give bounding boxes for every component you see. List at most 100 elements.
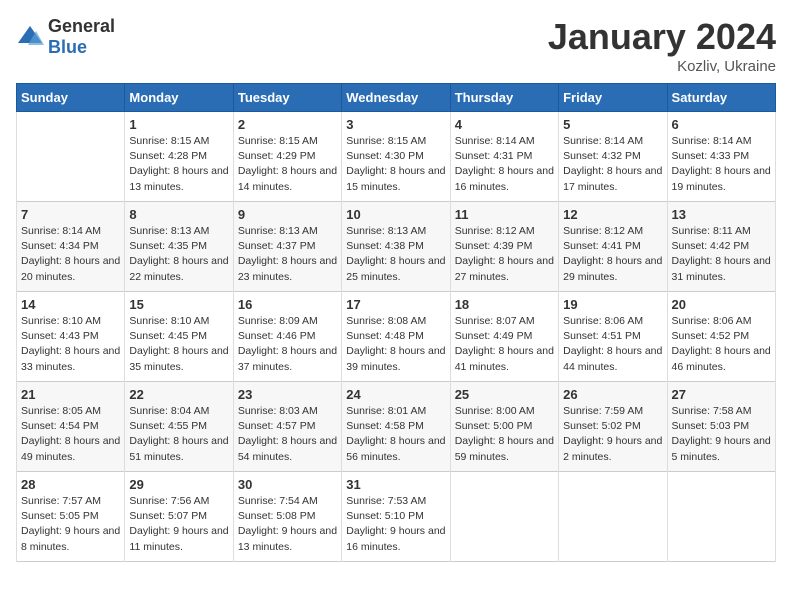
cell-info: Sunrise: 7:58 AMSunset: 5:03 PMDaylight:… (672, 404, 771, 465)
day-number: 19 (563, 297, 662, 312)
calendar-cell: 9Sunrise: 8:13 AMSunset: 4:37 PMDaylight… (233, 202, 341, 292)
calendar-cell: 24 Sunrise: 8:01 AMSunset: 4:58 PMDayligh… (342, 382, 450, 472)
day-number: 31 (346, 477, 445, 492)
calendar-cell: 13Sunrise: 8:11 AMSunset: 4:42 PMDayligh… (667, 202, 775, 292)
cell-info: Sunrise: 8:15 AMSunset: 4:30 PMDaylight:… (346, 134, 445, 195)
weekday-header-row: SundayMondayTuesdayWednesdayThursdayFrid… (17, 84, 776, 112)
calendar-cell: 26 Sunrise: 7:59 AMSunset: 5:02 PMDayligh… (559, 382, 667, 472)
weekday-header-wednesday: Wednesday (342, 84, 450, 112)
page-header: General Blue January 2024 Kozliv, Ukrain… (16, 16, 776, 75)
cell-info: Sunrise: 8:07 AMSunset: 4:49 PMDaylight:… (455, 314, 554, 375)
cell-info: Sunrise: 7:56 AMSunset: 5:07 PMDaylight:… (129, 494, 228, 555)
cell-info: Sunrise: 8:09 AMSunset: 4:46 PMDaylight:… (238, 314, 337, 375)
weekday-header-friday: Friday (559, 84, 667, 112)
day-number: 1 (129, 117, 228, 132)
day-number: 26 (563, 387, 662, 402)
day-number: 16 (238, 297, 337, 312)
cell-info: Sunrise: 8:10 AMSunset: 4:43 PMDaylight:… (21, 314, 120, 375)
cell-info: Sunrise: 8:13 AMSunset: 4:38 PMDaylight:… (346, 224, 445, 285)
day-number: 23 (238, 387, 337, 402)
weekday-header-thursday: Thursday (450, 84, 558, 112)
day-number: 29 (129, 477, 228, 492)
cell-info: Sunrise: 8:10 AMSunset: 4:45 PMDaylight:… (129, 314, 228, 375)
cell-info: Sunrise: 7:57 AMSunset: 5:05 PMDaylight:… (21, 494, 120, 555)
title-block: January 2024 Kozliv, Ukraine (548, 16, 776, 75)
day-number: 2 (238, 117, 337, 132)
calendar-cell (17, 112, 125, 202)
logo-text: General Blue (48, 16, 115, 58)
calendar-cell: 6Sunrise: 8:14 AMSunset: 4:33 PMDaylight… (667, 112, 775, 202)
logo-icon (16, 23, 44, 51)
cell-info: Sunrise: 8:15 AMSunset: 4:29 PMDaylight:… (238, 134, 337, 195)
day-number: 6 (672, 117, 771, 132)
calendar-table: SundayMondayTuesdayWednesdayThursdayFrid… (16, 83, 776, 562)
calendar-cell: 19 Sunrise: 8:06 AMSunset: 4:51 PMDayligh… (559, 292, 667, 382)
cell-info: Sunrise: 8:00 AMSunset: 5:00 PMDaylight:… (455, 404, 554, 465)
calendar-cell: 4 Sunrise: 8:14 AMSunset: 4:31 PMDaylight… (450, 112, 558, 202)
calendar-cell: 29 Sunrise: 7:56 AMSunset: 5:07 PMDayligh… (125, 472, 233, 562)
day-number: 14 (21, 297, 120, 312)
day-number: 8 (129, 207, 228, 222)
calendar-cell: 8Sunrise: 8:13 AMSunset: 4:35 PMDaylight… (125, 202, 233, 292)
cell-info: Sunrise: 8:01 AMSunset: 4:58 PMDaylight:… (346, 404, 445, 465)
cell-info: Sunrise: 8:12 AMSunset: 4:39 PMDaylight:… (455, 224, 554, 285)
calendar-cell: 5 Sunrise: 8:14 AMSunset: 4:32 PMDaylight… (559, 112, 667, 202)
calendar-week-5: 28 Sunrise: 7:57 AMSunset: 5:05 PMDayligh… (17, 472, 776, 562)
calendar-cell: 12Sunrise: 8:12 AMSunset: 4:41 PMDayligh… (559, 202, 667, 292)
calendar-cell (559, 472, 667, 562)
day-number: 27 (672, 387, 771, 402)
calendar-cell: 20 Sunrise: 8:06 AMSunset: 4:52 PMDayligh… (667, 292, 775, 382)
calendar-cell: 16 Sunrise: 8:09 AMSunset: 4:46 PMDayligh… (233, 292, 341, 382)
calendar-week-3: 14 Sunrise: 8:10 AMSunset: 4:43 PMDayligh… (17, 292, 776, 382)
weekday-header-saturday: Saturday (667, 84, 775, 112)
calendar-cell: 10 Sunrise: 8:13 AMSunset: 4:38 PMDayligh… (342, 202, 450, 292)
day-number: 3 (346, 117, 445, 132)
calendar-week-2: 7 Sunrise: 8:14 AMSunset: 4:34 PMDaylight… (17, 202, 776, 292)
weekday-header-tuesday: Tuesday (233, 84, 341, 112)
calendar-cell (667, 472, 775, 562)
logo-blue: Blue (48, 37, 87, 57)
cell-info: Sunrise: 8:15 AMSunset: 4:28 PMDaylight:… (129, 134, 228, 195)
calendar-cell: 31 Sunrise: 7:53 AMSunset: 5:10 PMDayligh… (342, 472, 450, 562)
cell-info: Sunrise: 8:14 AMSunset: 4:32 PMDaylight:… (563, 134, 662, 195)
day-number: 12 (563, 207, 662, 222)
calendar-cell: 23 Sunrise: 8:03 AMSunset: 4:57 PMDayligh… (233, 382, 341, 472)
logo-general: General (48, 16, 115, 36)
cell-info: Sunrise: 7:59 AMSunset: 5:02 PMDaylight:… (563, 404, 662, 465)
cell-info: Sunrise: 7:54 AMSunset: 5:08 PMDaylight:… (238, 494, 337, 555)
day-number: 24 (346, 387, 445, 402)
calendar-cell: 1 Sunrise: 8:15 AMSunset: 4:28 PMDaylight… (125, 112, 233, 202)
day-number: 7 (21, 207, 120, 222)
day-number: 9 (238, 207, 337, 222)
day-number: 20 (672, 297, 771, 312)
cell-info: Sunrise: 8:06 AMSunset: 4:52 PMDaylight:… (672, 314, 771, 375)
calendar-cell: 18 Sunrise: 8:07 AMSunset: 4:49 PMDayligh… (450, 292, 558, 382)
cell-info: Sunrise: 7:53 AMSunset: 5:10 PMDaylight:… (346, 494, 445, 555)
cell-info: Sunrise: 8:06 AMSunset: 4:51 PMDaylight:… (563, 314, 662, 375)
calendar-cell: 11 Sunrise: 8:12 AMSunset: 4:39 PMDayligh… (450, 202, 558, 292)
calendar-week-4: 21Sunrise: 8:05 AMSunset: 4:54 PMDayligh… (17, 382, 776, 472)
cell-info: Sunrise: 8:03 AMSunset: 4:57 PMDaylight:… (238, 404, 337, 465)
calendar-cell: 22 Sunrise: 8:04 AMSunset: 4:55 PMDayligh… (125, 382, 233, 472)
calendar-body: 1 Sunrise: 8:15 AMSunset: 4:28 PMDaylight… (17, 112, 776, 562)
day-number: 4 (455, 117, 554, 132)
day-number: 18 (455, 297, 554, 312)
calendar-cell: 14 Sunrise: 8:10 AMSunset: 4:43 PMDayligh… (17, 292, 125, 382)
cell-info: Sunrise: 8:04 AMSunset: 4:55 PMDaylight:… (129, 404, 228, 465)
calendar-cell: 15 Sunrise: 8:10 AMSunset: 4:45 PMDayligh… (125, 292, 233, 382)
logo: General Blue (16, 16, 115, 58)
day-number: 10 (346, 207, 445, 222)
cell-info: Sunrise: 8:14 AMSunset: 4:34 PMDaylight:… (21, 224, 120, 285)
month-year: January 2024 (548, 16, 776, 58)
day-number: 11 (455, 207, 554, 222)
day-number: 28 (21, 477, 120, 492)
day-number: 22 (129, 387, 228, 402)
calendar-cell: 3 Sunrise: 8:15 AMSunset: 4:30 PMDaylight… (342, 112, 450, 202)
day-number: 15 (129, 297, 228, 312)
cell-info: Sunrise: 8:14 AMSunset: 4:31 PMDaylight:… (455, 134, 554, 195)
calendar-cell: 30 Sunrise: 7:54 AMSunset: 5:08 PMDayligh… (233, 472, 341, 562)
day-number: 5 (563, 117, 662, 132)
calendar-week-1: 1 Sunrise: 8:15 AMSunset: 4:28 PMDaylight… (17, 112, 776, 202)
day-number: 30 (238, 477, 337, 492)
calendar-cell: 27 Sunrise: 7:58 AMSunset: 5:03 PMDayligh… (667, 382, 775, 472)
